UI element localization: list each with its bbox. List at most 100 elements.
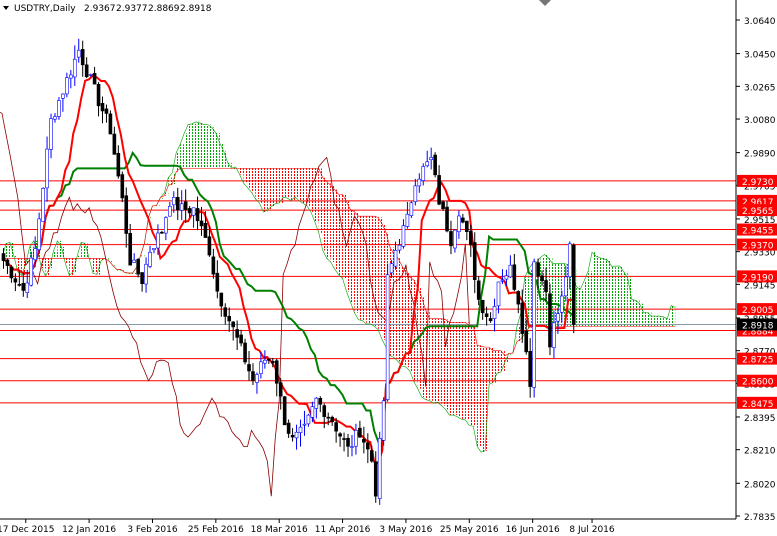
bear-candle — [465, 220, 469, 232]
bear-candle — [187, 208, 192, 214]
x-tick-label: 12 Jan 2016 — [62, 525, 116, 535]
cloud-bearish-segment — [346, 201, 351, 292]
level-label: 2.9370 — [742, 242, 774, 252]
bull-candle — [496, 281, 501, 307]
bear-candle — [17, 284, 22, 286]
bear-candle — [548, 293, 552, 348]
bull-candle — [53, 116, 57, 120]
cloud-bullish-segment — [53, 250, 58, 259]
bear-candle — [80, 49, 85, 66]
bull-candle — [29, 257, 34, 286]
bear-candle — [468, 230, 473, 246]
bear-candle — [480, 299, 485, 314]
bear-candle — [290, 434, 295, 438]
cloud-bearish-segment — [69, 258, 74, 276]
bear-candle — [21, 283, 26, 291]
cloud-bearish-segment — [362, 216, 367, 321]
bear-candle — [13, 278, 18, 283]
cloud-bearish-segment — [461, 322, 466, 420]
bear-candle — [136, 259, 140, 275]
y-tick-label: 3.0450 — [744, 51, 776, 61]
bear-candle — [195, 208, 200, 222]
cloud-bearish-segment — [469, 325, 474, 426]
bear-candle — [84, 64, 89, 78]
bear-candle — [112, 133, 117, 155]
level-label: 2.8600 — [742, 378, 774, 388]
level-label: 2.8725 — [742, 356, 774, 366]
bear-candle — [488, 318, 493, 322]
bull-candle — [567, 243, 572, 278]
bull-candle — [49, 118, 53, 150]
cloud-bearish-segment — [322, 177, 327, 251]
level-label: 2.8475 — [742, 400, 774, 410]
bear-candle — [520, 302, 525, 334]
cloud-bearish-segment — [489, 347, 494, 385]
symbol-title: USDTRY,Daily — [14, 4, 76, 14]
x-tick-label: 8 Jul 2016 — [569, 525, 614, 535]
bear-candle — [484, 313, 489, 317]
cloud-bearish-segment — [93, 258, 98, 274]
cloud-bearish-segment — [465, 322, 470, 420]
cloud-bullish-segment — [631, 299, 636, 327]
cloud-bearish-segment — [326, 181, 331, 259]
bear-candle — [227, 315, 232, 322]
bear-candle — [322, 405, 327, 417]
bull-candle — [500, 279, 505, 282]
cloud-bearish-segment — [477, 345, 482, 447]
bear-candle — [449, 231, 453, 247]
bull-candle — [417, 178, 422, 187]
bull-candle — [88, 74, 93, 76]
bull-candle — [350, 446, 354, 448]
level-label: 2.9190 — [742, 273, 774, 283]
bull-candle — [148, 251, 152, 267]
cloud-bullish-segment — [623, 271, 628, 327]
bull-candle — [453, 229, 457, 249]
cloud-bullish-segment — [580, 289, 585, 327]
bear-candle — [445, 206, 449, 232]
bull-candle — [393, 250, 398, 267]
bear-candle — [215, 272, 220, 292]
bull-candle — [302, 423, 307, 426]
bear-candle — [199, 220, 204, 227]
bear-candle — [318, 397, 323, 405]
cloud-bullish-segment — [599, 257, 604, 327]
bull-candle — [492, 306, 497, 319]
cloud-bullish-segment — [192, 123, 197, 169]
cloud-bearish-segment — [473, 325, 478, 427]
cloud-bearish-segment — [65, 258, 70, 264]
cloud-bullish-segment — [667, 318, 672, 327]
cloud-bearish-segment — [263, 168, 268, 213]
bear-candle — [437, 175, 441, 205]
cloud-bearish-segment — [497, 350, 501, 374]
bull-candle — [552, 322, 556, 348]
bull-candle — [61, 93, 65, 99]
bull-candle — [41, 188, 45, 222]
bear-candle — [96, 84, 101, 107]
dropdown-triangle-icon[interactable] — [3, 6, 9, 10]
bull-candle — [152, 247, 156, 251]
bear-candle — [207, 236, 212, 256]
bear-candle — [104, 108, 109, 114]
cloud-bullish-segment — [592, 252, 596, 327]
bear-candle — [476, 280, 481, 300]
cloud-bullish-segment — [588, 271, 593, 327]
cloud-bullish-segment — [196, 121, 200, 169]
bear-candle — [373, 461, 378, 497]
cloud-bearish-segment — [441, 318, 446, 406]
bear-candle — [472, 242, 477, 280]
bear-candle — [524, 330, 529, 353]
chart-shift-marker-icon[interactable] — [539, 0, 551, 6]
bull-candle — [556, 313, 560, 322]
cloud-bullish-segment — [184, 133, 189, 169]
cloud-bullish-segment — [596, 256, 600, 327]
bull-candle — [69, 74, 73, 79]
cloud-bearish-segment — [398, 258, 402, 362]
y-tick-label: 3.0640 — [744, 17, 776, 27]
cloud-bullish-segment — [576, 286, 581, 327]
bull-candle — [401, 225, 406, 247]
bear-candle — [433, 154, 437, 176]
bear-candle — [366, 442, 370, 450]
ohlc-close: 2.8918 — [180, 4, 212, 14]
bull-candle — [144, 263, 148, 285]
cloud-bearish-segment — [299, 168, 303, 201]
